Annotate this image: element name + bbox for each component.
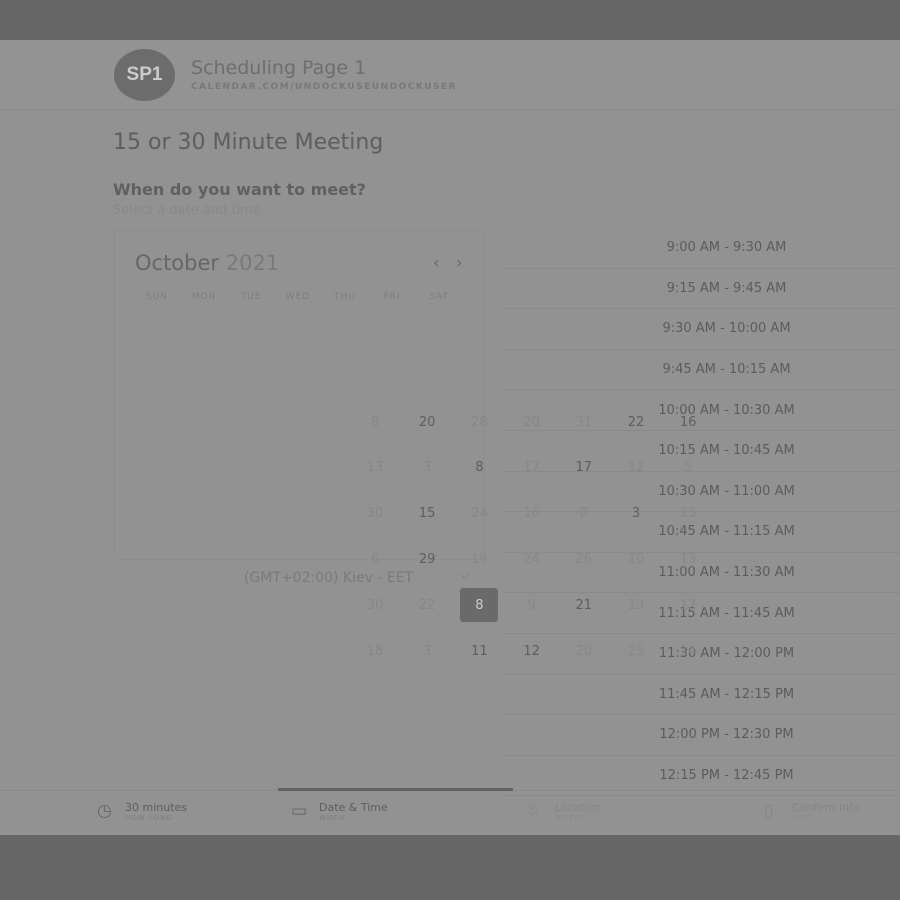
step-sublabel: WHERE <box>555 814 586 822</box>
calendar-day[interactable]: 20 <box>513 405 551 439</box>
step-sublabel: WHO <box>792 814 813 822</box>
calendar-day[interactable]: 14 <box>669 634 707 668</box>
scheduling-page-url[interactable]: CALENDAR.COM/UNDOCKUSEUNDOCKUSER <box>191 82 457 92</box>
calendar-day[interactable]: 12 <box>669 588 707 622</box>
calendar-day[interactable]: 16 <box>669 405 707 439</box>
meeting-title: 15 or 30 Minute Meeting <box>113 130 384 155</box>
calendar-day[interactable]: 5 <box>669 451 707 485</box>
calendar-day[interactable]: 31 <box>565 405 603 439</box>
calendar-day[interactable]: 15 <box>408 497 446 531</box>
calendar-icon: ▭ <box>291 801 308 821</box>
year: 2021 <box>225 251 280 275</box>
scheduling-page: SP1 Scheduling Page 1 CALENDAR.COM/UNDOC… <box>0 40 900 835</box>
calendar-day[interactable]: 8 <box>565 497 603 531</box>
calendar-day[interactable]: 19 <box>460 542 498 576</box>
weekday-mon: MON <box>191 292 217 302</box>
step-text: Confirm Info WHO <box>792 801 860 822</box>
calendar-day[interactable]: 13 <box>356 451 394 485</box>
step-navigation: ◷ 30 minutes HOW LONG ▭ Date & Time WHEN ⌾ Loca… <box>0 788 900 835</box>
calendar-day[interactable]: 20 <box>565 634 603 668</box>
calendar-day[interactable]: 8 <box>460 451 498 485</box>
step-text: Location WHERE <box>555 801 602 822</box>
weekday-fri: FRI <box>383 292 401 302</box>
calendar-day[interactable]: 8 <box>356 405 394 439</box>
page-header: SP1 Scheduling Page 1 CALENDAR.COM/UNDOC… <box>0 40 900 110</box>
location-pin-icon: ⌾ <box>527 801 538 821</box>
calendar-day[interactable]: 24 <box>513 542 551 576</box>
calendar-day[interactable]: 12 <box>513 634 551 668</box>
calendar-day[interactable]: 22 <box>617 405 655 439</box>
calendar-day[interactable]: 26 <box>565 542 603 576</box>
step-label: Confirm Info <box>792 801 860 814</box>
calendar-day[interactable]: 13 <box>669 542 707 576</box>
weekday-thu: THU <box>334 292 356 302</box>
calendar-day[interactable]: 16 <box>513 497 551 531</box>
calendar-day[interactable]: 25 <box>617 634 655 668</box>
calendar-day[interactable]: 25 <box>669 497 707 531</box>
calendar-day[interactable]: 30 <box>356 497 394 531</box>
step-text: Date & Time WHEN <box>319 801 388 822</box>
selected-day[interactable]: 8 <box>460 588 499 623</box>
step-location[interactable]: ⌾ Location WHERE <box>527 801 602 822</box>
step-date-time[interactable]: ▭ Date & Time WHEN <box>291 801 388 822</box>
step-sublabel: WHEN <box>319 814 345 822</box>
next-month-button[interactable]: › <box>456 253 462 272</box>
active-step-indicator <box>278 788 513 791</box>
document-icon: ▯ <box>764 801 774 821</box>
time-slot[interactable]: 9:45 AM - 10:15 AM <box>503 350 900 391</box>
time-slot[interactable]: 9:30 AM - 10:00 AM <box>503 309 900 350</box>
calendar-day[interactable]: 29 <box>408 542 446 576</box>
calendar-day[interactable]: 21 <box>565 588 603 622</box>
calendar-day[interactable]: 17 <box>565 451 603 485</box>
clock-icon: ◷ <box>97 801 112 821</box>
calendar-day[interactable]: 20 <box>408 405 446 439</box>
step-sublabel: HOW LONG <box>125 814 173 822</box>
calendar-day[interactable]: 10 <box>617 542 655 576</box>
section-question: When do you want to meet? <box>113 180 366 199</box>
section-subtitle: Select a date and time <box>113 203 261 218</box>
time-slot[interactable]: 12:00 PM - 12:30 PM <box>503 715 900 756</box>
step-30-minutes[interactable]: ◷ 30 minutes HOW LONG <box>97 801 187 822</box>
scheduling-page-title: Scheduling Page 1 <box>191 57 367 79</box>
avatar: SP1 <box>114 49 175 101</box>
month-name: October <box>135 251 220 275</box>
calendar-day[interactable]: 17 <box>513 451 551 485</box>
calendar-day[interactable]: 30 <box>356 588 394 622</box>
calendar-day[interactable]: 12 <box>617 451 655 485</box>
weekday-tue: TUE <box>240 292 262 302</box>
weekday-wed: WED <box>285 292 311 302</box>
month-label: October 2021 <box>135 251 279 275</box>
weekday-sat: SAT <box>429 292 449 302</box>
calendar-day[interactable]: 28 <box>460 405 498 439</box>
time-slot[interactable]: 11:45 AM - 12:15 PM <box>503 675 900 716</box>
calendar-day[interactable]: 13 <box>617 588 655 622</box>
step-confirm-info[interactable]: ▯ Confirm Info WHO <box>764 801 860 822</box>
calendar-day[interactable]: 6 <box>356 542 394 576</box>
step-label: 30 minutes <box>125 801 188 814</box>
step-label: Date & Time <box>319 801 388 814</box>
calendar-day[interactable]: 22 <box>408 588 446 622</box>
step-text: 30 minutes HOW LONG <box>125 801 187 822</box>
calendar-day[interactable]: 11 <box>460 634 498 668</box>
calendar-day[interactable]: 18 <box>356 634 394 668</box>
prev-month-button[interactable]: ‹ <box>433 253 439 272</box>
calendar-day[interactable]: 3 <box>617 497 655 531</box>
calendar-day[interactable]: 9 <box>513 588 551 622</box>
time-slot[interactable]: 9:15 AM - 9:45 AM <box>503 269 900 310</box>
calendar-day[interactable]: 24 <box>460 497 498 531</box>
time-slot[interactable]: 9:00 AM - 9:30 AM <box>503 228 900 269</box>
calendar-day[interactable]: 3 <box>408 634 446 668</box>
step-label: Location <box>555 801 602 814</box>
calendar-day[interactable]: 3 <box>408 451 446 485</box>
weekday-sun: SUN <box>145 292 169 302</box>
